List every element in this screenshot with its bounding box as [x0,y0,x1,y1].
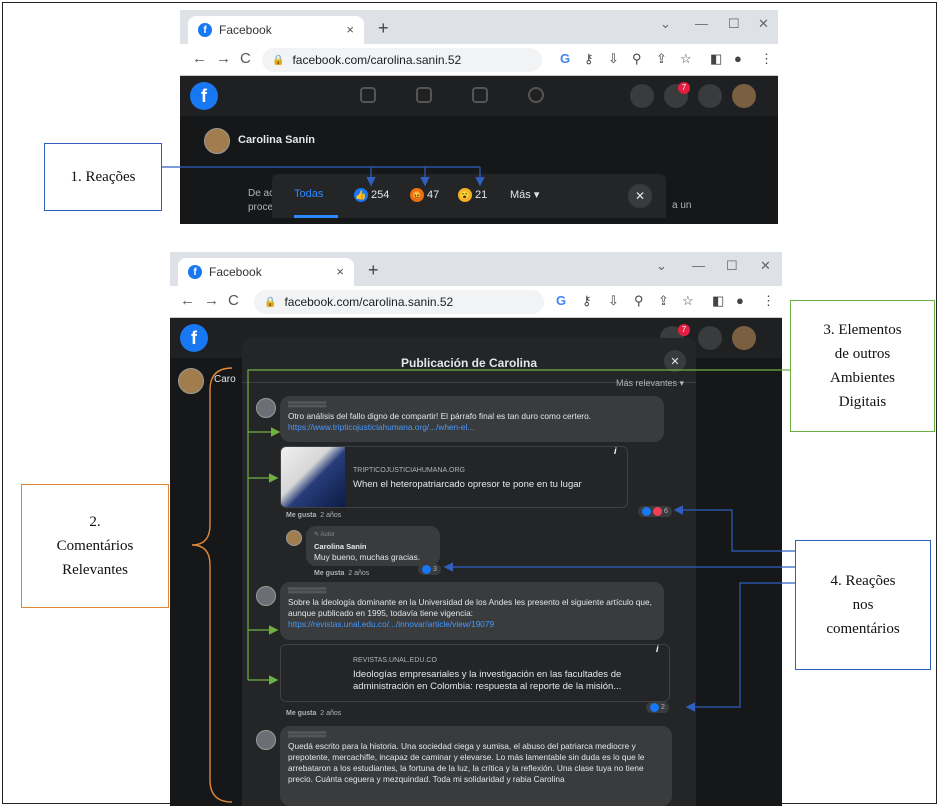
connector-reacoes-comentarios [673,505,795,552]
label-elementos-ambientes-digitais: 3. Elementos de outros Ambientes Digitai… [790,300,935,432]
label-reacoes-nos-comentarios: 4. Reações nos comentários [795,540,931,670]
label-reacoes: 1. Reações [44,143,162,211]
brace-comentarios [191,367,233,803]
label-comentarios-relevantes: 2. Comentários Relevantes [21,484,169,608]
connector-elementos [247,369,790,680]
